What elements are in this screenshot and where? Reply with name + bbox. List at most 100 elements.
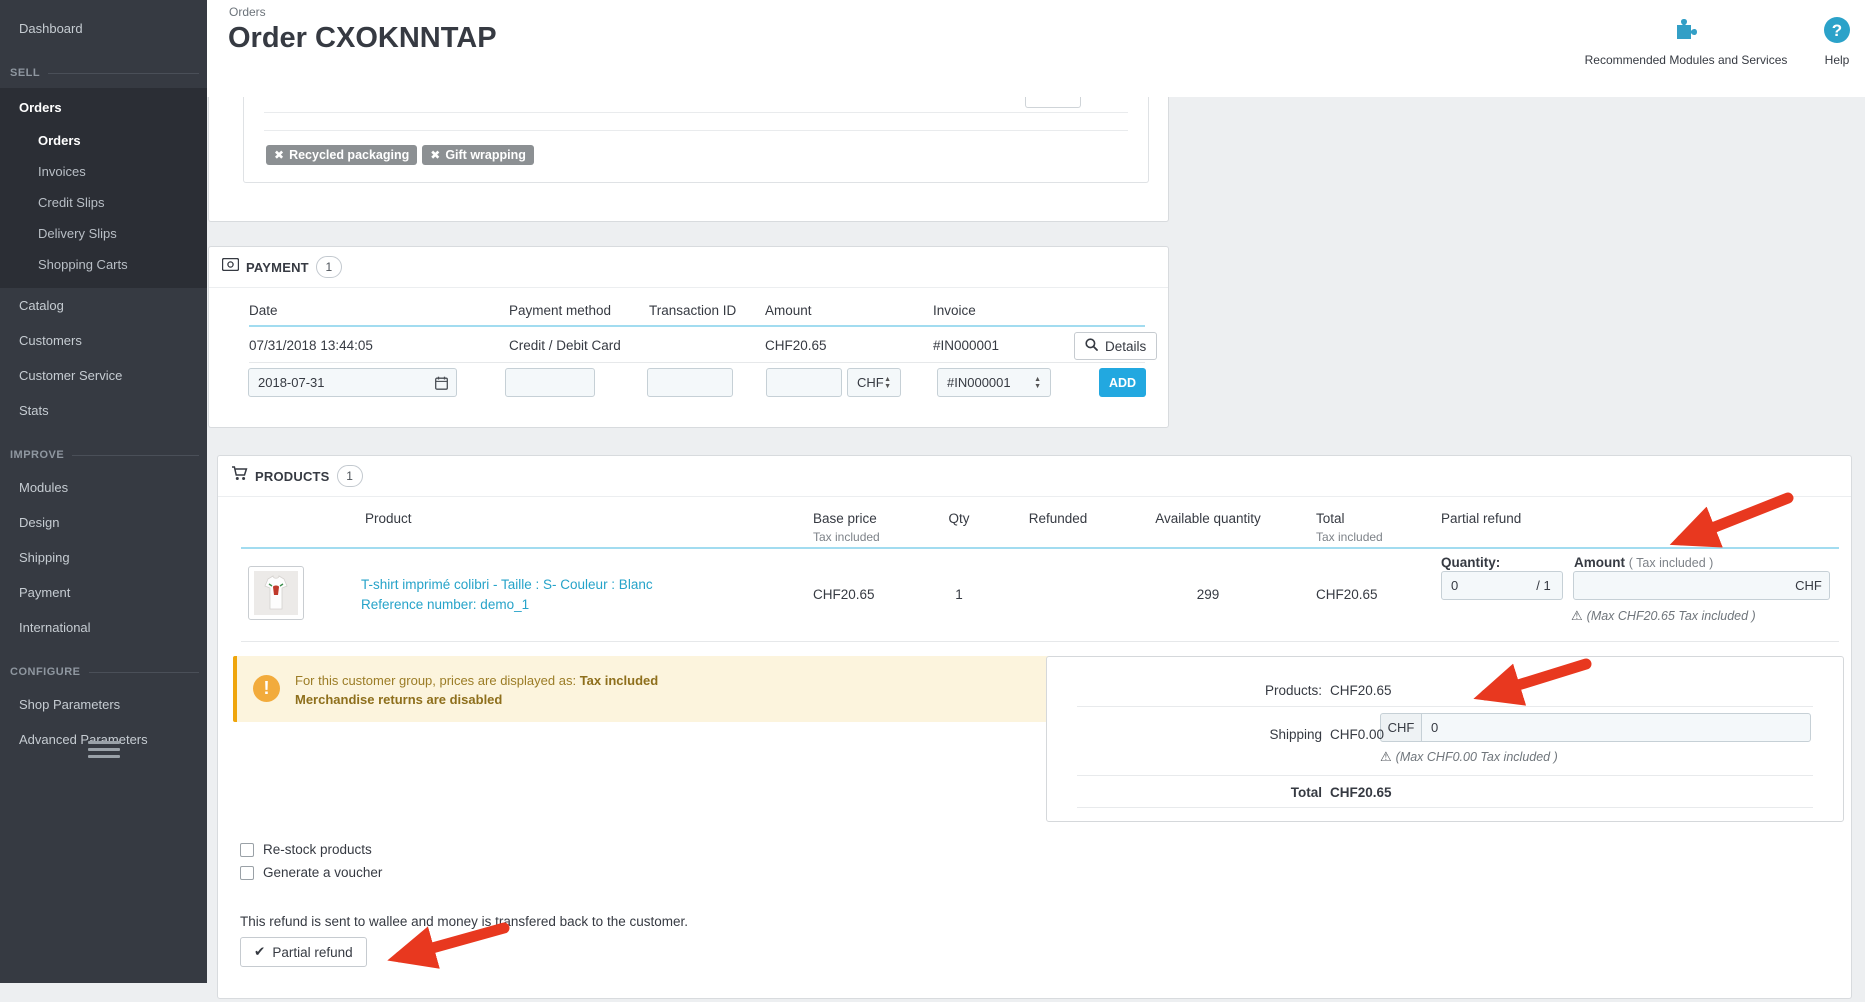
tag-recycled-packaging[interactable]: ✖ Recycled packaging [266, 145, 417, 165]
help-button[interactable]: ? Help [1817, 16, 1857, 67]
cutoff-control[interactable] [1025, 97, 1081, 108]
sidebar-subitem-delivery-slips[interactable]: Delivery Slips [0, 218, 207, 249]
sidebar-item-customer-service[interactable]: Customer Service [0, 358, 207, 393]
calendar-icon[interactable] [427, 368, 457, 397]
col-total-note: Tax included [1316, 530, 1383, 544]
row-divider [241, 641, 1839, 642]
shipping-max-note-text: (Max CHF0.00 Tax included ) [1396, 750, 1558, 764]
sidebar-item-international[interactable]: International [0, 610, 207, 645]
sidebar-item-orders[interactable]: Orders [0, 90, 207, 125]
sidebar-item-stats[interactable]: Stats [0, 393, 207, 428]
payment-amount-input[interactable] [766, 368, 842, 397]
exclamation-icon: ! [253, 675, 280, 702]
sidebar-item-shipping[interactable]: Shipping [0, 540, 207, 575]
summary-products-value: CHF20.65 [1330, 683, 1392, 698]
col-transaction-id: Transaction ID [649, 303, 736, 318]
tag-label: Gift wrapping [445, 148, 526, 162]
sidebar-section-sell-label: SELL [10, 67, 40, 79]
sidebar-section-improve-label: IMPROVE [10, 449, 64, 461]
help-icon: ? [1823, 31, 1851, 48]
tag-gift-wrapping[interactable]: ✖ Gift wrapping [422, 145, 534, 165]
product-thumbnail[interactable] [248, 566, 304, 620]
puzzle-icon [1671, 31, 1701, 48]
sidebar-section-configure-label: CONFIGURE [10, 666, 81, 678]
sidebar-item-customers[interactable]: Customers [0, 323, 207, 358]
sidebar-subitem-credit-slips[interactable]: Credit Slips [0, 187, 207, 218]
product-reference-link[interactable]: Reference number: demo_1 [361, 597, 529, 612]
search-icon [1085, 338, 1098, 354]
summary-total-value: CHF20.65 [1330, 785, 1392, 800]
voucher-label: Generate a voucher [263, 865, 382, 880]
shipping-card: ✖ Recycled packaging ✖ Gift wrapping [243, 97, 1149, 183]
row-divider [249, 362, 1145, 363]
refund-quantity-label: Quantity: [1441, 555, 1500, 570]
summary-products-label: Products: [1142, 683, 1322, 698]
divider [89, 672, 200, 673]
transaction-id-input[interactable] [647, 368, 733, 397]
payment-row-date: 07/31/2018 13:44:05 [249, 338, 373, 353]
shipping-refund-input[interactable] [1421, 713, 1811, 742]
refund-quantity-input[interactable] [1441, 571, 1526, 600]
add-payment-button[interactable]: ADD [1099, 368, 1146, 397]
currency-select-value: CHF [857, 375, 884, 390]
col-base-price-note: Tax included [813, 530, 880, 544]
payment-count-badge: 1 [316, 256, 342, 278]
sidebar-item-payment[interactable]: Payment [0, 575, 207, 610]
payment-row-amount: CHF20.65 [765, 338, 827, 353]
product-name-link[interactable]: T-shirt imprimé colibri - Taille : S- Co… [361, 577, 653, 592]
remove-tag-icon[interactable]: ✖ [274, 148, 284, 162]
sidebar-item-modules[interactable]: Modules [0, 470, 207, 505]
sidebar-subitem-invoices[interactable]: Invoices [0, 156, 207, 187]
sidebar-item-catalog[interactable]: Catalog [0, 288, 207, 323]
payment-method-input[interactable] [505, 368, 595, 397]
partial-refund-button[interactable]: ✔ Partial refund [240, 937, 367, 967]
refund-quantity-max-addon: / 1 [1525, 571, 1563, 600]
sidebar-collapse-icon[interactable] [88, 741, 120, 762]
table-header-rule [249, 325, 1145, 327]
divider [48, 73, 199, 74]
products-count-badge: 1 [337, 465, 363, 487]
sidebar-subitem-orders[interactable]: Orders [0, 125, 207, 156]
recommended-modules-button[interactable]: Recommended Modules and Services [1561, 16, 1811, 67]
sidebar-section-sell: SELL [0, 58, 207, 88]
generate-voucher-option: Generate a voucher [240, 865, 382, 880]
product-base-price: CHF20.65 [813, 587, 875, 602]
sidebar-item-shop-parameters[interactable]: Shop Parameters [0, 687, 207, 722]
products-panel-title: PRODUCTS [255, 469, 330, 484]
invoice-select[interactable]: #IN000001 ▲▼ [937, 368, 1051, 397]
amount-label-text: Amount [1574, 555, 1625, 570]
notice-line2: Merchandise returns are disabled [295, 692, 502, 707]
restock-products-option: Re-stock products [240, 842, 372, 857]
refund-max-note-text: (Max CHF20.65 Tax included ) [1587, 609, 1756, 623]
sidebar-orders-group: Orders Orders Invoices Credit Slips Deli… [0, 88, 207, 288]
refund-amount-input[interactable] [1573, 571, 1789, 600]
currency-select[interactable]: CHF ▲▼ [847, 368, 901, 397]
col-partial-refund: Partial refund [1441, 511, 1521, 526]
table-header-rule [241, 547, 1839, 549]
restock-checkbox[interactable] [240, 843, 254, 857]
sidebar-item-dashboard[interactable]: Dashboard [0, 0, 207, 46]
tax-notice-box: ! For this customer group, prices are di… [233, 656, 1073, 722]
sidebar-subitem-shopping-carts[interactable]: Shopping Carts [0, 249, 207, 280]
payment-panel: PAYMENT 1 Date Payment method Transactio… [208, 246, 1169, 428]
select-caret-icon: ▲▼ [1034, 376, 1041, 390]
payment-date-input[interactable] [248, 368, 428, 397]
breadcrumb[interactable]: Orders [229, 5, 266, 19]
product-available-quantity: 299 [1146, 587, 1270, 602]
tag-label: Recycled packaging [289, 148, 409, 162]
summary-shipping-label: Shipping [1142, 727, 1322, 742]
cart-icon [231, 466, 248, 486]
warning-triangle-icon: ⚠ [1571, 608, 1583, 623]
col-product: Product [365, 511, 412, 526]
remove-tag-icon[interactable]: ✖ [430, 148, 440, 162]
page-title: Order CXOKNNTAP [228, 22, 497, 55]
voucher-checkbox[interactable] [240, 866, 254, 880]
sidebar-section-configure: CONFIGURE [0, 657, 207, 687]
partial-refund-label: Partial refund [272, 945, 352, 960]
divider [1077, 775, 1813, 776]
help-label: Help [1817, 53, 1857, 67]
payment-details-button[interactable]: Details [1074, 332, 1157, 360]
select-caret-icon: ▲▼ [884, 376, 891, 390]
sidebar-item-design[interactable]: Design [0, 505, 207, 540]
shipping-currency-addon: CHF [1380, 713, 1422, 742]
